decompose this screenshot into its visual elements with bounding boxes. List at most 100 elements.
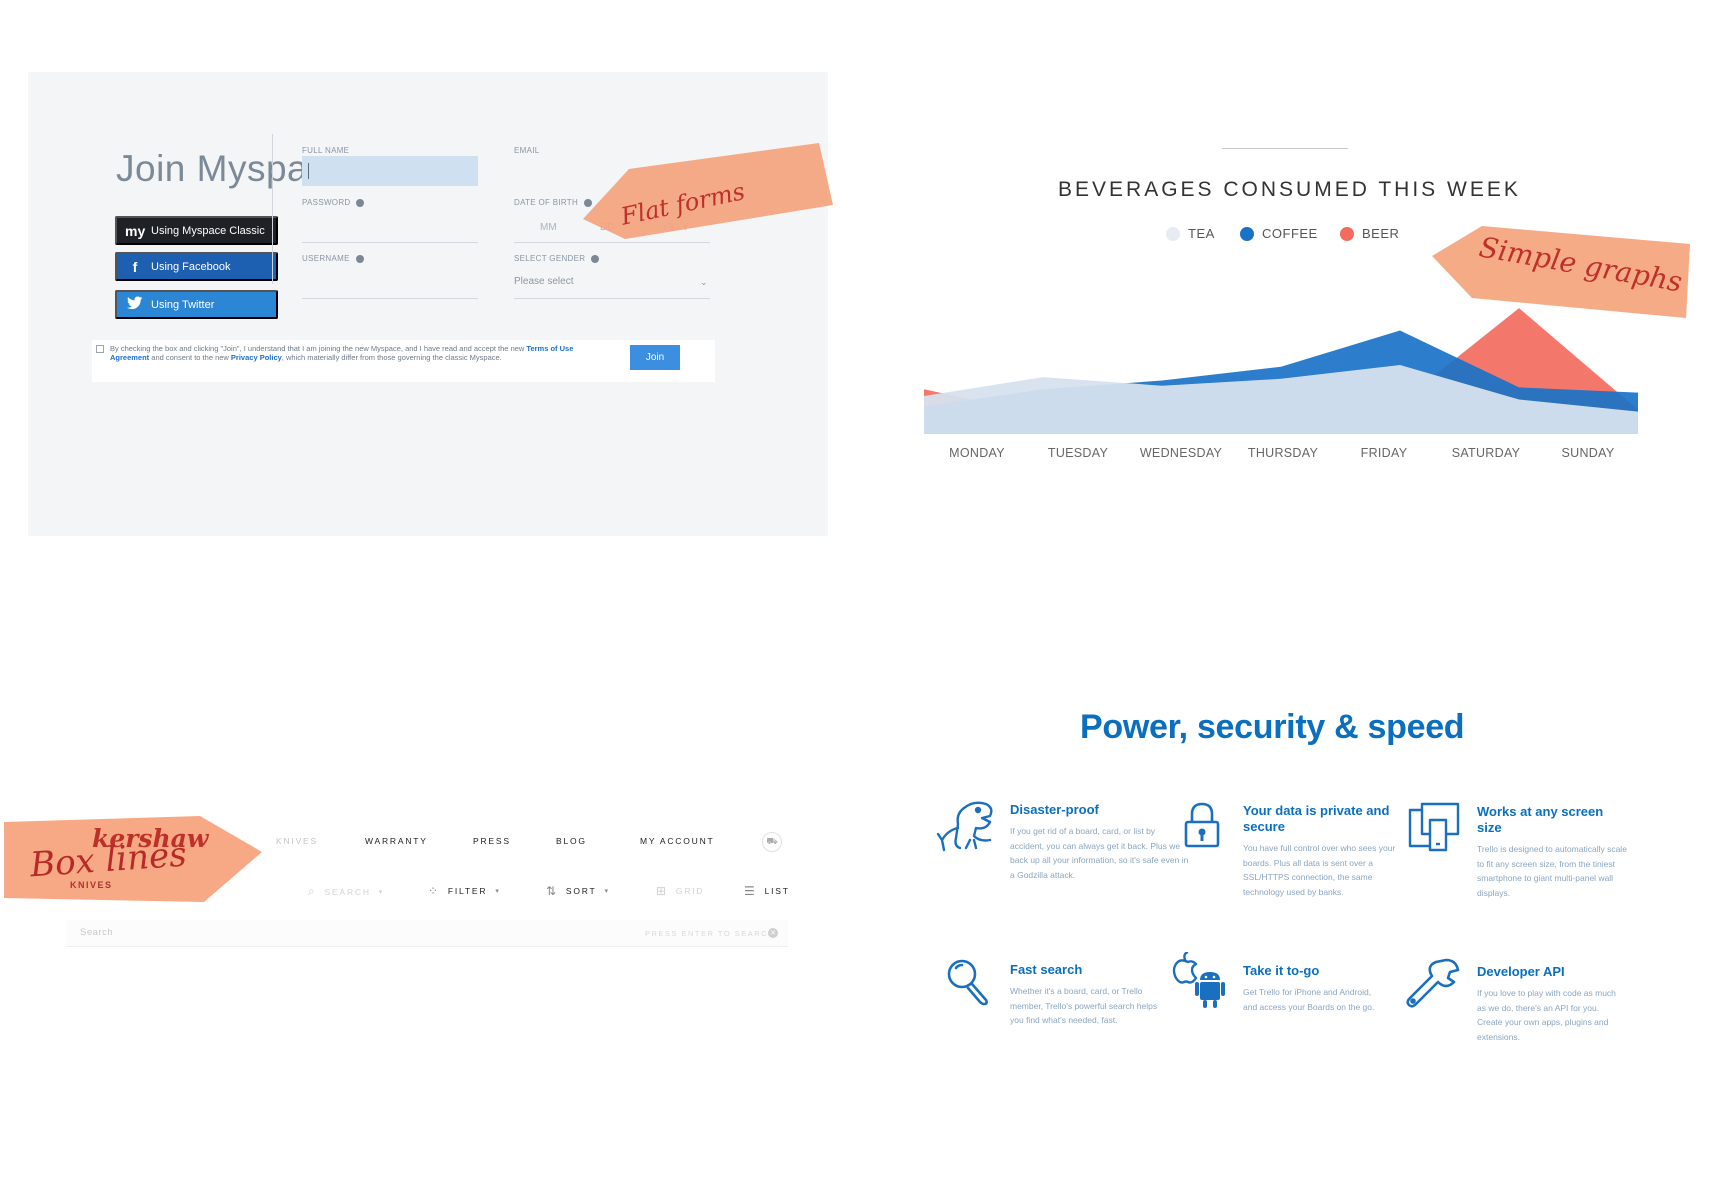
feature-title: Developer API xyxy=(1477,964,1565,979)
list-label: LIST xyxy=(764,886,790,896)
full-name-label: FULL NAME xyxy=(302,146,350,155)
help-icon[interactable] xyxy=(355,254,364,263)
legend-label-coffee: COFFEE xyxy=(1262,226,1318,241)
gender-label-wrap: SELECT GENDER xyxy=(514,254,600,263)
legend-label-beer: BEER xyxy=(1362,226,1400,241)
feature-private-secure: Your data is private and secure You have… xyxy=(1243,803,1403,899)
chevron-down-icon: ▾ xyxy=(378,888,385,896)
filter-icon: ⁘ xyxy=(428,884,440,898)
username-label-wrap: USERNAME xyxy=(302,254,364,263)
nav-press[interactable]: PRESS xyxy=(473,836,511,846)
twitter-bird-icon xyxy=(125,296,145,313)
search-input[interactable]: Search xyxy=(80,927,113,938)
dob-label: DATE OF BIRTH xyxy=(514,198,579,207)
feature-body: If you love to play with code as much as… xyxy=(1477,988,1616,1042)
chevron-down-icon: ▾ xyxy=(495,888,501,895)
sort-label: SORT xyxy=(565,886,597,896)
legend-item-beer[interactable]: BEER xyxy=(1340,226,1399,241)
gender-select[interactable]: Please select xyxy=(514,276,573,287)
nav-warranty[interactable]: WARRANTY xyxy=(365,836,428,846)
search-icon: ⌕ xyxy=(308,884,317,898)
gender-label: SELECT GENDER xyxy=(514,254,586,263)
form-divider xyxy=(272,134,273,284)
feature-title: Take it to-go xyxy=(1243,963,1320,978)
myspace-logo-icon: my xyxy=(125,222,146,239)
feature-body: Whether it's a board, card, or Trello me… xyxy=(1010,986,1158,1025)
feature-body: Trello is designed to automatically scal… xyxy=(1477,844,1627,898)
dob-underline xyxy=(514,242,710,243)
filter-toggle[interactable]: ⁘ FILTER ▾ xyxy=(428,884,501,898)
password-input[interactable] xyxy=(302,242,478,243)
join-button[interactable]: Join xyxy=(630,345,680,370)
feature-title: Works at any screen size xyxy=(1477,804,1604,835)
nav-my-account[interactable]: MY ACCOUNT xyxy=(640,836,715,846)
x-tick-monday: MONDAY xyxy=(949,446,1005,460)
features-title: Power, security & speed xyxy=(1080,708,1465,746)
username-input[interactable] xyxy=(302,298,478,299)
password-label-wrap: PASSWORD xyxy=(302,198,365,207)
x-tick-thursday: THURSDAY xyxy=(1247,446,1319,460)
feature-body: You have full control over who sees your… xyxy=(1243,843,1396,897)
nav-knives[interactable]: KNIVES xyxy=(276,836,318,846)
help-icon[interactable] xyxy=(356,198,365,207)
search-toggle[interactable]: ⌕ SEARCH ▾ xyxy=(308,884,384,899)
myspace-classic-button[interactable]: my Using Myspace Classic xyxy=(115,216,278,245)
nav-blog[interactable]: BLOG xyxy=(556,836,587,846)
search-tool-label: SEARCH xyxy=(324,886,371,897)
terms-checkbox[interactable] xyxy=(96,345,104,353)
x-tick-saturday: SATURDAY xyxy=(1451,446,1521,460)
terms-text-2: and consent to the new xyxy=(149,353,231,362)
dob-month-input[interactable]: MM xyxy=(540,222,557,233)
sort-toggle[interactable]: ⇅ SORT ▾ xyxy=(546,884,610,898)
facebook-login-button[interactable]: f Using Facebook xyxy=(115,252,278,281)
close-icon[interactable]: ✕ xyxy=(768,928,778,938)
search-hint: PRESS ENTER TO SEARCH xyxy=(645,929,775,938)
feature-developer-api: Developer API If you love to play with c… xyxy=(1477,964,1617,1044)
feature-title: Disaster-proof xyxy=(1010,802,1099,817)
full-name-input[interactable] xyxy=(302,156,478,186)
legend-item-tea[interactable]: TEA xyxy=(1166,226,1215,241)
legend-dot-tea xyxy=(1166,226,1180,241)
privacy-policy-link[interactable]: Privacy Policy xyxy=(231,353,282,362)
filter-label: FILTER xyxy=(447,886,488,896)
cart-icon[interactable]: ⛟ xyxy=(762,832,782,852)
facebook-label: Using Facebook xyxy=(151,260,231,273)
magnifier-icon xyxy=(947,959,988,1006)
feature-any-screen-size: Works at any screen size Trello is desig… xyxy=(1477,804,1627,900)
dob-label-wrap: DATE OF BIRTH xyxy=(514,198,593,207)
myspace-signup-panel: Join Myspace my Using Myspace Classic f … xyxy=(28,72,828,536)
x-tick-friday: FRIDAY xyxy=(1360,446,1408,460)
feature-fast-search: Fast search Whether it's a board, card, … xyxy=(1010,962,1160,1028)
legend-label-tea: TEA xyxy=(1188,226,1215,241)
twitter-login-button[interactable]: Using Twitter xyxy=(115,290,278,319)
username-label: USERNAME xyxy=(302,254,350,263)
help-icon[interactable] xyxy=(591,254,600,263)
grid-label: GRID xyxy=(675,886,705,896)
chevron-down-icon: ▾ xyxy=(604,888,610,895)
x-tick-wednesday: WEDNESDAY xyxy=(1139,446,1223,460)
feature-title: Your data is private and secure xyxy=(1243,803,1390,834)
text-caret xyxy=(308,163,309,179)
chart-title: BEVERAGES CONSUMED THIS WEEK xyxy=(1058,178,1521,201)
feature-disaster-proof: Disaster-proof If you get rid of a board… xyxy=(1010,802,1190,882)
terms-text: By checking the box and clicking "Join",… xyxy=(110,344,600,362)
feature-title: Fast search xyxy=(1010,962,1083,977)
feature-body: Get Trello for iPhone and Android, and a… xyxy=(1243,987,1375,1012)
chevron-down-icon[interactable]: ⌄ xyxy=(700,277,708,288)
grid-view-toggle[interactable]: ⊞ GRID xyxy=(656,884,704,898)
gender-underline xyxy=(514,298,710,299)
sort-icon: ⇅ xyxy=(546,884,558,898)
twitter-label: Using Twitter xyxy=(151,298,215,311)
myspace-classic-label: Using Myspace Classic xyxy=(151,224,265,237)
list-view-toggle[interactable]: ☰ LIST xyxy=(744,884,790,898)
legend-item-coffee[interactable]: COFFEE xyxy=(1240,226,1318,241)
legend-dot-beer xyxy=(1340,226,1354,241)
list-icon: ☰ xyxy=(744,884,757,898)
feature-take-to-go: Take it to-go Get Trello for iPhone and … xyxy=(1243,963,1383,1014)
terms-text-3: , which materially differ from those gov… xyxy=(281,353,502,362)
godzilla-icon xyxy=(936,801,993,852)
terms-text-1: By checking the box and clicking "Join",… xyxy=(110,344,527,353)
x-tick-tuesday: TUESDAY xyxy=(1047,446,1109,460)
devices-icon xyxy=(1408,802,1460,852)
email-label: EMAIL xyxy=(514,146,540,155)
